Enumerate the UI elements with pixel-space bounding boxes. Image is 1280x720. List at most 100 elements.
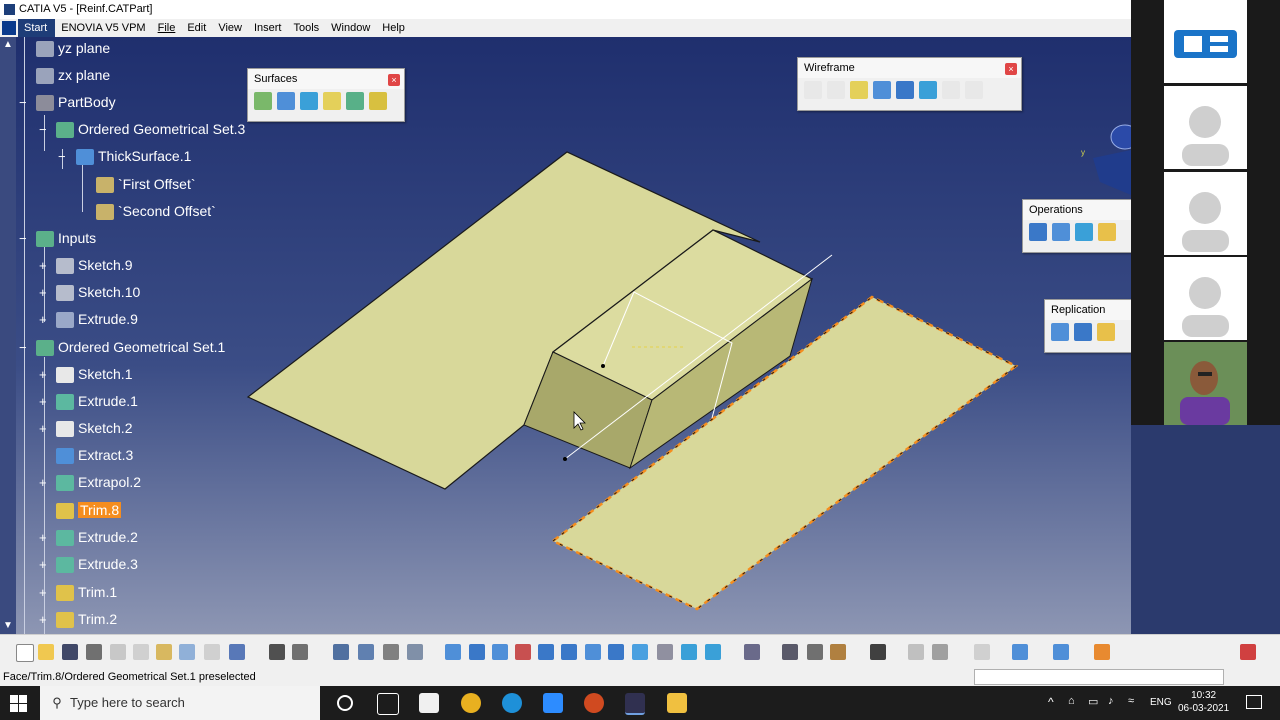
boundary-icon[interactable] [1075,223,1093,241]
table-icon[interactable] [333,644,349,660]
taskbar-search-box[interactable]: ⚲ Type here to search [40,686,320,720]
whats-this-icon[interactable] [229,644,245,660]
tree-node[interactable]: Sketch.2 [56,417,132,439]
wireframe-toolbar[interactable]: Wireframe × [797,57,1022,111]
tray-volume-icon[interactable]: ♪ [1108,695,1114,707]
tree-node[interactable]: Ordered Geometrical Set.1 [36,336,225,358]
surfaces-toolbar[interactable]: Surfaces × [247,68,405,122]
update-icon[interactable] [744,644,760,660]
menu-help[interactable]: Help [376,19,411,37]
hide-show-icon[interactable] [681,644,697,660]
point-icon[interactable] [804,81,822,99]
powercopy-icon[interactable] [1097,323,1115,341]
tree-node[interactable]: yz plane [36,37,110,59]
tree-node[interactable]: Extrude.9 [56,308,138,330]
tree-node[interactable]: Inputs [36,227,96,249]
save-icon[interactable] [62,644,78,660]
intersection-icon[interactable] [896,81,914,99]
catia-taskbar-icon[interactable] [625,693,645,715]
tray-chevron-icon[interactable]: ^ [1048,695,1054,709]
formula-icon[interactable] [269,644,285,660]
cut-icon[interactable] [110,644,126,660]
join-icon[interactable] [1029,223,1047,241]
knowledge-icon[interactable] [292,644,308,660]
pattern-icon[interactable] [1074,323,1092,341]
pan-icon[interactable] [492,644,508,660]
zoom-out-icon[interactable] [561,644,577,660]
tree-node[interactable]: Sketch.10 [56,281,140,303]
zoom-app-icon[interactable] [543,693,563,713]
graph-icon[interactable] [358,644,374,660]
expand-icon[interactable]: + [39,259,48,272]
tree-node[interactable]: Trim.2 [56,608,117,630]
expand-icon[interactable]: + [39,313,48,326]
extrude-surface-icon[interactable] [254,92,272,110]
split-icon[interactable] [1052,223,1070,241]
tree-node[interactable]: Ordered Geometrical Set.3 [56,118,245,140]
menu-tools[interactable]: Tools [287,19,325,37]
expand-icon[interactable]: + [39,531,48,544]
language-indicator[interactable]: ENG [1150,697,1172,708]
scene-icon[interactable] [932,644,948,660]
plane-icon[interactable] [850,81,868,99]
collapse-icon[interactable]: − [19,96,28,109]
tree-node[interactable]: Extrude.3 [56,553,138,575]
measure-item-icon[interactable] [807,644,823,660]
menu-window[interactable]: Window [325,19,376,37]
menu-view[interactable]: View [212,19,248,37]
task-view-icon[interactable] [377,693,399,715]
collapse-icon[interactable]: − [19,341,28,354]
tools-palette-icon[interactable] [1053,644,1069,660]
rotate-icon[interactable] [515,644,531,660]
close-icon[interactable]: × [1005,63,1017,75]
expand-icon[interactable]: + [39,558,48,571]
zoom-in-icon[interactable] [538,644,554,660]
new-file-icon[interactable] [16,644,34,662]
tree-node[interactable]: Extrapol.2 [56,471,141,493]
multi-view-icon[interactable] [608,644,624,660]
tray-battery-icon[interactable]: ▭ [1088,695,1098,708]
tree-node[interactable]: Trim.1 [56,581,117,603]
expand-icon[interactable]: + [39,586,48,599]
normal-view-icon[interactable] [585,644,601,660]
tray-wifi-icon[interactable]: ≈ [1128,695,1134,707]
projection-icon[interactable] [873,81,891,99]
tree-node[interactable]: Sketch.9 [56,254,132,276]
store-icon[interactable] [419,693,439,713]
tree-node[interactable]: `First Offset` [96,173,196,195]
shading-icon[interactable] [657,644,673,660]
collapse-icon[interactable]: − [19,232,28,245]
line-icon[interactable] [827,81,845,99]
tree-node[interactable]: ThickSurface.1 [76,145,191,167]
expand-icon[interactable]: + [39,368,48,381]
tree-node-selected[interactable]: Trim.8 [56,499,122,521]
parallel-curve-icon[interactable] [919,81,937,99]
tree-node[interactable]: zx plane [36,64,110,86]
tree-node[interactable]: Extrude.1 [56,390,138,412]
workbench-icon[interactable] [1094,644,1110,660]
fly-mode-icon[interactable] [445,644,461,660]
menu-enovia[interactable]: ENOVIA V5 VPM [55,19,151,37]
close-icon[interactable]: × [388,74,400,86]
annotation-icon[interactable] [1012,644,1028,660]
expand-icon[interactable]: + [39,422,48,435]
windows-start-icon[interactable] [10,695,27,712]
material-icon[interactable] [830,644,846,660]
cortana-icon[interactable] [337,695,353,711]
tray-network-icon[interactable]: ⌂ [1068,695,1075,707]
tree-node[interactable]: Extrude.2 [56,526,138,548]
redo-icon[interactable] [204,644,220,660]
catalog-icon[interactable] [908,644,924,660]
menu-edit[interactable]: Edit [181,19,212,37]
sweep-icon[interactable] [346,92,364,110]
tree-node[interactable]: PartBody [36,91,116,113]
repetition-icon[interactable] [1051,323,1069,341]
circle-icon[interactable] [942,81,960,99]
print-icon[interactable] [86,644,102,660]
notification-icon[interactable] [1246,695,1262,709]
expand-icon[interactable]: + [39,613,48,626]
distance-icon[interactable] [782,644,798,660]
tree-node[interactable]: `Second Offset` [96,200,216,222]
powerpoint-icon[interactable] [584,693,604,713]
menu-start[interactable]: Start [18,19,56,37]
